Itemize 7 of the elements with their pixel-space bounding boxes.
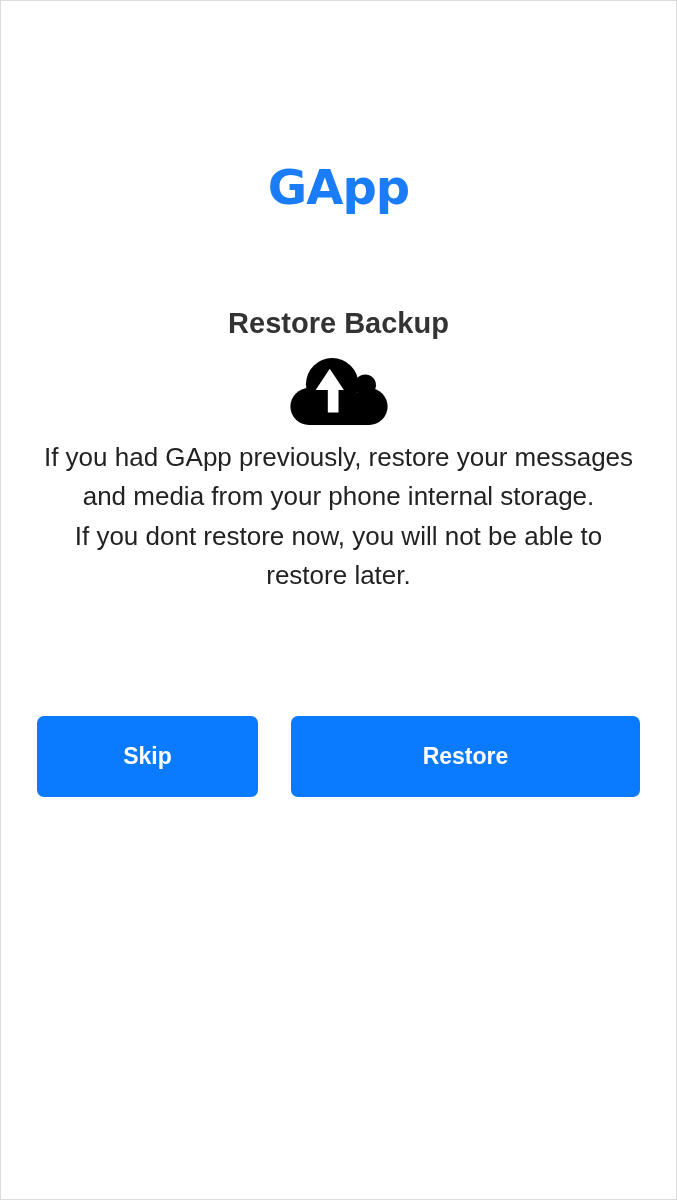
message-text: If you had GApp previously, restore your messages and media from your phone internal storage. [42, 441, 635, 514]
message-text: If you dont restore now, you will not be able to restore later. [73, 519, 604, 592]
cloud-upload-icon [289, 356, 388, 426]
restore-button[interactable]: Restore [291, 716, 640, 798]
app-logo: GApp [267, 158, 410, 217]
skip-button[interactable]: Skip [37, 716, 258, 798]
screen-title: Restore Backup [228, 306, 449, 340]
